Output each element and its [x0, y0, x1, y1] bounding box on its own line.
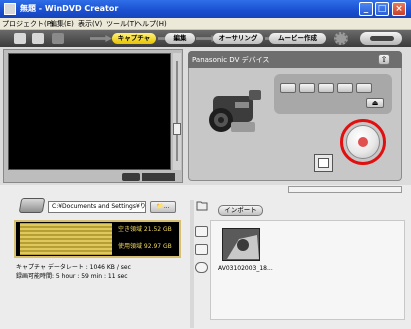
dv-device-header: Panasonic DV デバイス — [188, 51, 402, 68]
minimize-button[interactable]: _ — [359, 2, 373, 16]
brand-logo-button[interactable] — [360, 32, 402, 45]
save-project-icon[interactable] — [52, 33, 64, 44]
clip-preview-icon — [223, 229, 259, 260]
import-button[interactable]: インポート — [218, 205, 263, 216]
preview-status-bar — [142, 173, 175, 181]
audio-icon[interactable] — [195, 262, 208, 273]
record-dot-icon — [358, 137, 368, 147]
tab-edit[interactable]: 編集 — [165, 33, 195, 44]
disk-usage-bar — [20, 223, 112, 255]
app-window: 無題 - WinDVD Creator _ □ × プロジェクト(P) 編集(E… — [0, 0, 411, 329]
menu-tools[interactable]: ツール(T) — [106, 19, 137, 29]
maximize-button[interactable]: □ — [375, 2, 389, 16]
capture-progress-strip — [288, 186, 402, 193]
collapse-up-icon[interactable]: ⇧ — [378, 54, 390, 65]
flow-arrow-icon — [90, 35, 112, 42]
fast-forward-button[interactable] — [356, 83, 372, 93]
menu-edit[interactable]: 編集(E) — [50, 19, 74, 29]
menu-bar: プロジェクト(P) 編集(E) 表示(V) ツール(T) ヘルプ(H) — [0, 18, 411, 30]
toolbar: キャプチャ 編集 オーサリング ムービー作成 — [0, 30, 411, 47]
browse-folder-button[interactable]: 📁... — [150, 201, 176, 213]
capture-path-field[interactable]: C:¥Documents and Settings¥りんたろ... — [48, 201, 146, 213]
used-space-label: 使用領域 92.97 GB — [118, 243, 172, 250]
video-preview — [8, 53, 171, 170]
tab-capture[interactable]: キャプチャ — [112, 33, 156, 44]
open-project-icon[interactable] — [32, 33, 44, 44]
new-project-icon[interactable] — [14, 33, 26, 44]
panel-divider[interactable] — [190, 200, 194, 328]
data-rate-label: キャプチャ データレート : 1046 KB / sec — [16, 264, 131, 271]
menu-view[interactable]: 表示(V) — [78, 19, 102, 29]
pause-button[interactable] — [318, 83, 334, 93]
title-bar: 無題 - WinDVD Creator _ □ × — [0, 0, 411, 18]
slider-track — [176, 61, 178, 161]
free-space-label: 空き領域 21.52 GB — [118, 226, 172, 233]
close-button[interactable]: × — [392, 2, 406, 16]
eject-button[interactable]: ⏏ — [366, 98, 384, 108]
volume-slider[interactable] — [173, 53, 181, 170]
tab-authoring[interactable]: オーサリング — [213, 33, 263, 44]
capture-info: キャプチャ データレート : 1046 KB / sec 録画可能時間: 5 h… — [16, 262, 131, 280]
menu-help[interactable]: ヘルプ(H) — [135, 19, 167, 29]
settings-gear-icon[interactable] — [334, 32, 348, 45]
snapshot-camera-icon[interactable] — [122, 173, 140, 181]
video-clips-icon[interactable] — [195, 226, 208, 237]
clip-name: AV03102003_18... — [218, 265, 273, 272]
rewind-button[interactable] — [280, 83, 296, 93]
window-title: 無題 - WinDVD Creator — [20, 4, 119, 13]
transport-controls — [274, 74, 392, 114]
media-folder-icon[interactable] — [196, 200, 208, 211]
recordable-time-label: 録画可能時間: 5 hour : 59 min : 11 sec — [16, 273, 128, 280]
dv-device-title: Panasonic DV デバイス — [192, 56, 270, 64]
stop-button[interactable] — [337, 83, 353, 93]
tab-movie-create[interactable]: ムービー作成 — [269, 33, 326, 44]
hard-drive-icon — [18, 198, 46, 213]
mini-window-icon[interactable] — [314, 154, 333, 172]
slider-knob[interactable] — [173, 123, 181, 135]
app-icon — [4, 3, 16, 15]
camcorder-icon — [209, 90, 261, 132]
clip-thumbnail[interactable] — [222, 228, 260, 261]
play-button[interactable] — [299, 83, 315, 93]
menu-project[interactable]: プロジェクト(P) — [2, 19, 54, 29]
images-icon[interactable] — [195, 244, 208, 255]
